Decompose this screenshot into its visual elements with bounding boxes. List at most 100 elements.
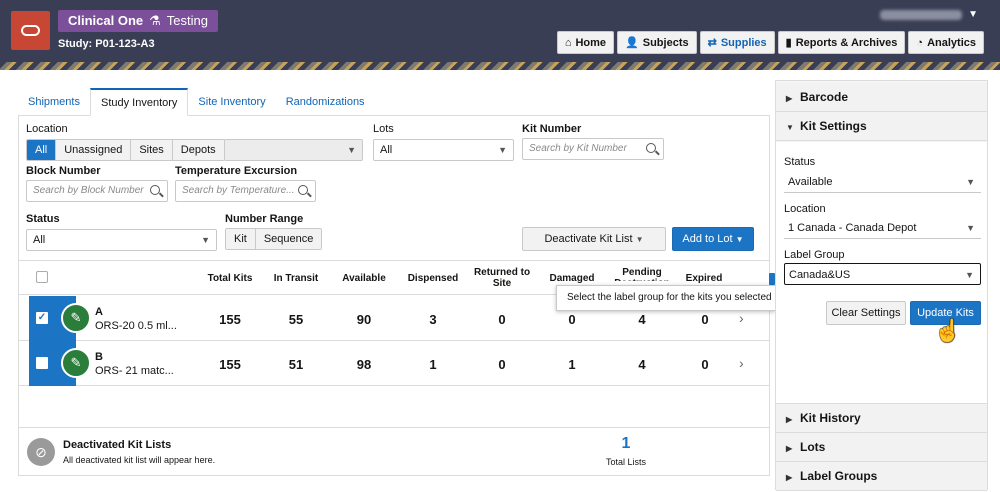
deactivated-title: Deactivated Kit Lists: [63, 439, 172, 451]
block-number-label: Block Number: [26, 165, 101, 177]
row-checkbox[interactable]: ✓: [36, 312, 48, 324]
kit-name: A: [95, 306, 103, 318]
cell-total-kits: 155: [219, 312, 241, 327]
block-number-search[interactable]: Search by Block Number: [26, 180, 168, 202]
select-all-checkbox[interactable]: [36, 271, 48, 283]
oracle-logo[interactable]: [11, 11, 50, 50]
ks-label-group-select[interactable]: Canada&US ▼: [784, 263, 981, 285]
number-range-sequence-option[interactable]: Sequence: [255, 229, 322, 249]
chevron-right-icon[interactable]: ›: [739, 355, 744, 371]
ks-label-group-value: Canada&US: [789, 269, 851, 281]
ks-location-select[interactable]: 1 Canada - Canada Depot ▼: [784, 217, 981, 239]
nav-home-button[interactable]: ⌂ Home: [556, 31, 615, 54]
ks-status-select[interactable]: Available ▼: [784, 171, 981, 193]
cell-total-kits: 155: [219, 357, 241, 372]
temperature-placeholder: Search by Temperature...: [182, 185, 295, 196]
search-icon: [646, 143, 656, 153]
kit-number-label: Kit Number: [522, 123, 582, 135]
accordion-kit-history[interactable]: ▶ Kit History: [776, 404, 987, 433]
nav-label: Home: [575, 36, 607, 49]
total-lists-count: 1: [621, 435, 631, 452]
cell-available: 90: [356, 312, 372, 327]
number-range-label: Number Range: [225, 213, 304, 225]
app-header: Clinical One ⚗ Testing Study: P01-123-A3…: [0, 0, 1000, 62]
cell-returned: 0: [498, 312, 506, 327]
flask-icon: ⚗: [149, 13, 161, 28]
search-icon: [150, 185, 160, 195]
location-unassigned-option[interactable]: Unassigned: [56, 140, 132, 160]
total-lists-label: Total Lists: [605, 457, 647, 467]
chevron-right-icon[interactable]: ›: [739, 310, 744, 326]
caret-right-icon: ▶: [786, 415, 793, 424]
col-damaged: Damaged: [549, 273, 595, 284]
decorative-stripe: [0, 62, 1000, 70]
deactivate-label: Deactivate Kit List: [544, 233, 633, 245]
row-checkbox[interactable]: [36, 357, 48, 369]
add-to-lot-button[interactable]: Add to Lot ▼: [672, 227, 754, 251]
nav-subjects-button[interactable]: 👤 Subjects: [617, 31, 697, 54]
tab-shipments[interactable]: Shipments: [18, 88, 90, 116]
location-detail-select[interactable]: ▼: [224, 139, 363, 161]
accordion-label: Barcode: [800, 90, 849, 104]
caret-down-icon: ▼: [965, 270, 974, 280]
kit-number-placeholder: Search by Kit Number: [529, 143, 627, 154]
location-sites-option[interactable]: Sites: [131, 140, 173, 160]
col-expired: Expired: [685, 273, 723, 284]
filter-panel: Location All Unassigned Sites Depots ▼ L…: [18, 116, 770, 260]
accordion-barcode[interactable]: ▶ Barcode: [776, 83, 987, 112]
col-returned-to-site: Returned to Site: [473, 267, 531, 289]
nav-label: Reports & Archives: [795, 36, 898, 49]
lots-select[interactable]: All ▼: [373, 139, 514, 161]
nav-label: Subjects: [642, 36, 689, 49]
location-label: Location: [26, 123, 68, 135]
person-icon: 👤: [625, 37, 639, 49]
kit-description: ORS-20 0.5 ml...: [95, 320, 177, 332]
cell-expired: 0: [701, 312, 709, 327]
caret-down-icon: ▼: [786, 123, 794, 132]
kit-number-search[interactable]: Search by Kit Number: [522, 138, 664, 160]
deactivated-kit-lists[interactable]: ⊘ Deactivated Kit Lists All deactivated …: [19, 427, 769, 475]
status-select[interactable]: All ▼: [26, 229, 217, 251]
status-value: All: [33, 234, 46, 246]
table-row[interactable]: ✎ B ORS- 21 matc... 155 51 98 1 0 1 4 0 …: [19, 341, 769, 386]
cell-damaged: 0: [568, 312, 576, 327]
accordion-kit-settings[interactable]: ▼ Kit Settings: [776, 112, 987, 141]
ks-status-label: Status: [784, 156, 816, 168]
accordion-lots[interactable]: ▶ Lots: [776, 433, 987, 462]
clear-settings-button[interactable]: Clear Settings: [826, 301, 906, 325]
number-range-kit-option[interactable]: Kit: [226, 229, 256, 249]
status-label: Status: [26, 213, 60, 225]
right-panel: ▶ Barcode ▼ Kit Settings Status Available ▼…: [775, 80, 988, 491]
location-all-option[interactable]: All: [27, 140, 57, 160]
tab-site-inventory[interactable]: Site Inventory: [188, 88, 275, 116]
ks-location-value: 1 Canada - Canada Depot: [788, 222, 917, 234]
nav-reports-button[interactable]: ▮ Reports & Archives: [777, 31, 906, 54]
caret-down-icon: ▼: [966, 223, 975, 233]
block-number-placeholder: Search by Block Number: [33, 185, 144, 196]
caret-down-icon: ▼: [347, 145, 356, 155]
temperature-search[interactable]: Search by Temperature...: [175, 180, 316, 202]
nav-supplies-button[interactable]: ⇄ Supplies: [699, 31, 775, 54]
kit-description: ORS- 21 matc...: [95, 365, 174, 377]
supplies-tabs: Shipments Study Inventory Site Inventory…: [18, 88, 770, 116]
cell-returned: 0: [498, 357, 506, 372]
mode-label: Testing: [166, 13, 208, 28]
cell-in-transit: 55: [288, 312, 304, 327]
deactivate-kit-list-button[interactable]: Deactivate Kit List ▼: [522, 227, 666, 251]
nav-analytics-button[interactable]: ◔ Analytics: [908, 31, 984, 54]
kit-settings-body: Status Available ▼ Location 1 Canada - Ca…: [776, 142, 987, 404]
tab-randomizations[interactable]: Randomizations: [276, 88, 375, 116]
user-name-blurred: [880, 9, 963, 20]
col-dispensed: Dispensed: [407, 273, 459, 284]
location-depots-option[interactable]: Depots: [172, 140, 224, 160]
accordion-label-groups[interactable]: ▶ Label Groups: [776, 462, 987, 491]
caret-right-icon: ▶: [786, 94, 793, 103]
pill-icon: ⊘: [27, 438, 55, 466]
tab-study-inventory[interactable]: Study Inventory: [89, 88, 189, 116]
nav-label: Analytics: [927, 36, 976, 49]
user-menu[interactable]: ▼: [880, 9, 978, 20]
syringe-icon: ✎: [61, 348, 91, 378]
col-available: Available: [342, 273, 386, 284]
home-icon: ⌂: [564, 36, 572, 49]
accordion-label: Label Groups: [800, 469, 878, 483]
